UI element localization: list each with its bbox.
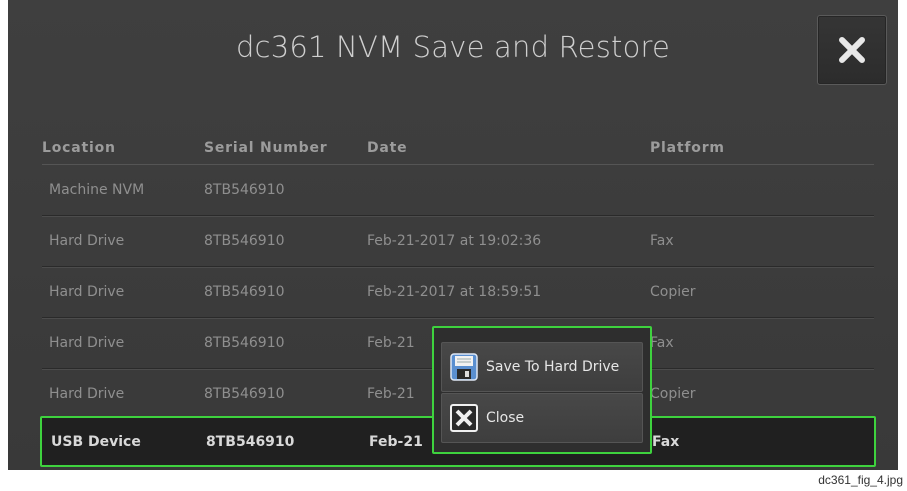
save-to-hard-drive-button[interactable]: Save To Hard Drive	[441, 342, 643, 392]
cell-platform: Copier	[650, 284, 696, 300]
cell-location: USB Device	[51, 433, 141, 450]
cell-date: Feb-21	[367, 335, 415, 351]
floppy-disk-icon	[450, 353, 478, 381]
cell-location: Hard Drive	[49, 335, 125, 351]
close-menu-button[interactable]: Close	[441, 393, 643, 443]
cell-serial: 8TB546910	[204, 284, 285, 300]
cell-location: Hard Drive	[49, 386, 125, 402]
cell-date: Feb-21	[369, 433, 423, 450]
cell-location: Hard Drive	[49, 284, 125, 300]
cell-serial: 8TB546910	[204, 233, 285, 249]
cell-serial: 8TB546910	[206, 433, 295, 450]
table-header: Location Serial Number Date Platform	[8, 140, 898, 164]
cell-serial: 8TB546910	[204, 386, 285, 402]
table-row[interactable]: Hard Drive 8TB546910 Feb-21-2017 at 19:0…	[42, 216, 874, 267]
page-title: dc361 NVM Save and Restore	[235, 30, 671, 64]
table-row[interactable]: Machine NVM 8TB546910	[42, 165, 874, 216]
cell-location: Hard Drive	[49, 233, 125, 249]
cell-platform: Copier	[650, 386, 696, 402]
cell-platform: Fax	[650, 335, 674, 351]
cell-serial: 8TB546910	[204, 182, 285, 198]
save-to-hard-drive-label: Save To Hard Drive	[486, 359, 620, 375]
cell-date: Feb-21-2017 at 19:02:36	[367, 233, 542, 249]
cell-location: Machine NVM	[49, 182, 145, 198]
close-menu-label: Close	[486, 410, 525, 426]
cell-serial: 8TB546910	[204, 335, 285, 351]
cell-date: Feb-21	[367, 386, 415, 402]
close-window-button[interactable]	[817, 15, 887, 85]
column-header-serial: Serial Number	[204, 140, 328, 156]
figure-caption: dc361_fig_4.jpg	[818, 473, 903, 487]
column-header-date: Date	[367, 140, 408, 156]
table-row[interactable]: Hard Drive 8TB546910 Feb-21-2017 at 18:5…	[42, 267, 874, 318]
nvm-screen: dc361 NVM Save and Restore Location Seri…	[8, 0, 898, 470]
context-menu: Save To Hard Drive Close	[432, 326, 652, 454]
column-header-platform: Platform	[650, 140, 725, 156]
cell-platform: Fax	[650, 233, 674, 249]
cell-date: Feb-21-2017 at 18:59:51	[367, 284, 542, 300]
close-box-icon	[450, 404, 478, 432]
close-icon	[839, 37, 865, 63]
column-header-location: Location	[42, 140, 116, 156]
cell-platform: Fax	[652, 433, 680, 450]
